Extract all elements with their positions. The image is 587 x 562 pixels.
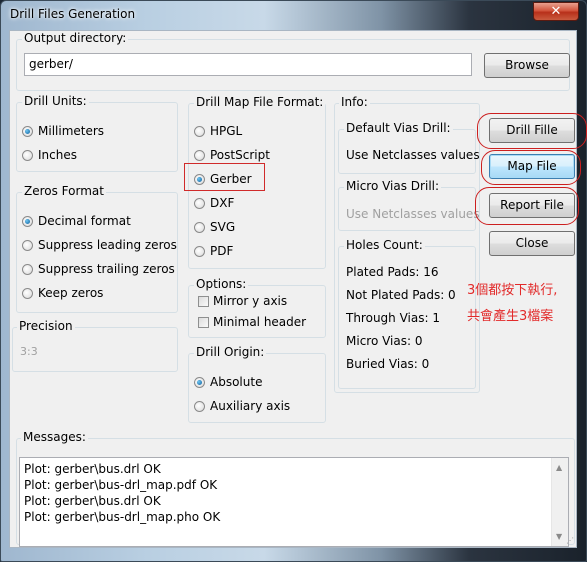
drill-units-group: Drill Units: Millimeters Inches <box>16 94 178 172</box>
checkbox-minimal-header[interactable]: Minimal header <box>198 315 306 329</box>
drill-origin-group: Drill Origin: Absolute Auxiliary axis <box>188 345 326 423</box>
default-vias-drill-group: Default Vias Drill: Use Netclasses value… <box>338 121 480 174</box>
radio-svg[interactable]: SVG <box>194 220 235 234</box>
close-window-button[interactable]: ✕ <box>533 2 579 21</box>
checkbox-icon <box>198 316 209 328</box>
micro-vias-drill-group: Micro Vias Drill: Use Netclasses values <box>338 179 480 231</box>
title-bar[interactable]: Drill Files Generation ✕ <box>1 1 586 29</box>
messages-scrollbar[interactable]: ▲ ▼ <box>551 458 568 546</box>
message-line: Plot: gerber\bus.drl OK <box>24 494 161 508</box>
checkbox-mirror-y-axis[interactable]: Mirror y axis <box>198 294 287 308</box>
precision-label: Precision <box>17 319 75 333</box>
close-icon: ✕ <box>550 4 562 19</box>
radio-unselected-icon <box>194 400 205 412</box>
report-file-highlight-annotation <box>475 187 579 225</box>
options-group: Options: Mirror y axis Minimal header <box>188 277 326 338</box>
scroll-up-arrow-icon[interactable]: ▲ <box>556 463 562 472</box>
drill-units-label: Drill Units: <box>22 94 89 108</box>
resize-grip-icon[interactable]: ⋰ <box>566 536 574 545</box>
annotation-note-line1: 3個都按下執行, <box>467 283 558 298</box>
radio-unselected-icon <box>194 197 205 209</box>
radio-selected-icon <box>22 125 33 137</box>
radio-millimeters[interactable]: Millimeters <box>22 124 104 138</box>
precision-value: 3:3 <box>20 345 38 358</box>
drill-origin-label: Drill Origin: <box>194 345 267 359</box>
radio-suppress-trailing-zeros[interactable]: Suppress trailing zeros <box>22 262 175 276</box>
dialog-window: Drill Files Generation ✕ Output director… <box>0 0 587 562</box>
precision-group: Precision 3:3 <box>12 319 178 372</box>
holes-count-label: Holes Count: <box>344 238 425 252</box>
checkbox-icon <box>198 295 209 307</box>
drill-file-highlight-annotation <box>477 113 587 149</box>
radio-unselected-icon <box>194 221 205 233</box>
radio-unselected-icon <box>22 149 33 161</box>
radio-inches[interactable]: Inches <box>22 148 77 162</box>
scroll-down-arrow-icon[interactable]: ▼ <box>556 532 562 541</box>
holes-count-group: Holes Count: Plated Pads: 16 Not Plated … <box>338 238 476 389</box>
default-vias-drill-label: Default Vias Drill: <box>344 121 453 135</box>
radio-hpgl[interactable]: HPGL <box>194 124 242 138</box>
message-line: Plot: gerber\bus-drl_map.pho OK <box>24 510 221 524</box>
radio-unselected-icon <box>194 149 205 161</box>
zeros-format-group: Zeros Format Decimal format Suppress lea… <box>16 184 178 313</box>
radio-dxf[interactable]: DXF <box>194 196 234 210</box>
map-file-highlight-annotation <box>481 150 581 185</box>
dialog-client-area: Output directory: gerber/ Browse Drill U… <box>9 30 587 548</box>
radio-keep-zeros[interactable]: Keep zeros <box>22 286 103 300</box>
radio-unselected-icon <box>194 245 205 257</box>
micro-vias-count: Micro Vias: 0 <box>346 334 423 348</box>
radio-auxiliary-axis[interactable]: Auxiliary axis <box>194 399 290 413</box>
annotation-note-line2: 共會產生3檔案 <box>467 309 554 324</box>
through-vias-count: Through Vias: 1 <box>346 311 440 325</box>
radio-decimal-format[interactable]: Decimal format <box>22 214 131 228</box>
plated-pads-count: Plated Pads: 16 <box>346 265 439 279</box>
zeros-format-label: Zeros Format <box>22 184 106 198</box>
close-button[interactable]: Close <box>489 231 575 256</box>
drill-map-format-label: Drill Map File Format: <box>194 95 326 109</box>
output-directory-label: Output directory: <box>22 31 129 45</box>
micro-vias-drill-value: Use Netclasses values <box>346 207 480 221</box>
default-vias-drill-value: Use Netclasses values <box>346 148 480 162</box>
radio-postscript[interactable]: PostScript <box>194 148 270 162</box>
browse-button[interactable]: Browse <box>484 53 570 78</box>
radio-unselected-icon <box>22 287 33 299</box>
options-label: Options: <box>194 277 249 291</box>
messages-label: Messages: <box>21 430 88 444</box>
radio-selected-icon <box>194 376 205 388</box>
radio-unselected-icon <box>22 263 33 275</box>
radio-pdf[interactable]: PDF <box>194 244 233 258</box>
radio-suppress-leading-zeros[interactable]: Suppress leading zeros <box>22 238 177 252</box>
radio-unselected-icon <box>194 125 205 137</box>
message-line: Plot: gerber\bus-drl_map.pdf OK <box>24 478 218 492</box>
messages-textarea[interactable]: Plot: gerber\bus.drl OK Plot: gerber\bus… <box>19 457 569 547</box>
not-plated-pads-count: Not Plated Pads: 0 <box>346 288 456 302</box>
window-title: Drill Files Generation <box>10 7 136 21</box>
micro-vias-drill-label: Micro Vias Drill: <box>344 179 442 193</box>
gerber-highlight-annotation <box>184 163 265 191</box>
output-directory-input[interactable]: gerber/ <box>24 53 472 76</box>
radio-selected-icon <box>22 215 33 227</box>
message-line: Plot: gerber\bus.drl OK <box>24 462 161 476</box>
info-label: Info: <box>339 95 370 109</box>
buried-vias-count: Buried Vias: 0 <box>346 357 430 371</box>
radio-unselected-icon <box>22 239 33 251</box>
radio-absolute[interactable]: Absolute <box>194 375 262 389</box>
